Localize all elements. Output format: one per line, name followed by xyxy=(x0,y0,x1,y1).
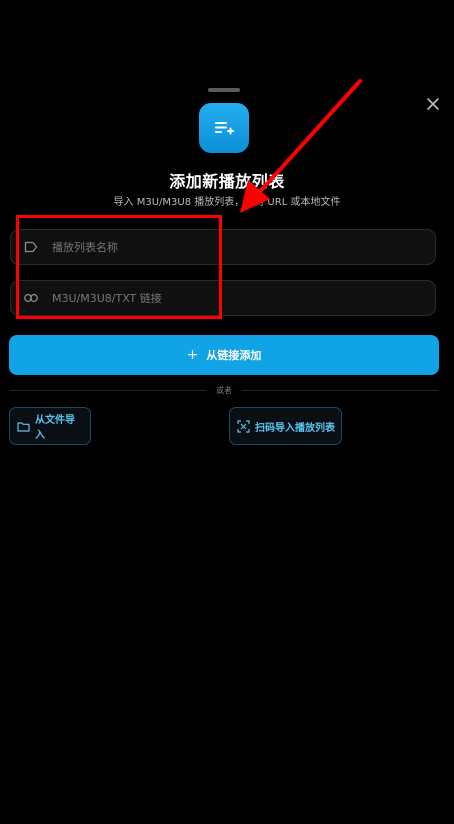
scan-import-label: 扫码导入播放列表 xyxy=(255,422,335,434)
playlist-name-field[interactable] xyxy=(10,229,436,265)
close-button[interactable] xyxy=(422,93,444,115)
playlist-url-input[interactable] xyxy=(52,291,435,305)
page-subtitle: 导入 M3U/M3U8 播放列表，支持 URL 或本地文件 xyxy=(113,197,341,208)
link-icon xyxy=(23,290,39,306)
add-playlist-sheet: 添加新播放列表 导入 M3U/M3U8 播放列表，支持 URL 或本地文件 + … xyxy=(0,0,454,824)
qr-scan-icon xyxy=(237,419,250,433)
plus-icon: + xyxy=(186,347,199,363)
import-file-label: 从文件导入 xyxy=(35,415,75,441)
page-title: 添加新播放列表 xyxy=(169,172,285,191)
divider-left xyxy=(10,390,206,391)
or-separator: 或者 xyxy=(216,386,232,395)
scan-import-button[interactable]: 扫码导入播放列表 xyxy=(229,407,342,445)
drag-handle[interactable] xyxy=(208,88,240,92)
import-file-button[interactable]: 从文件导入 xyxy=(9,407,91,445)
folder-icon xyxy=(17,421,30,432)
add-from-link-label: 从链接添加 xyxy=(206,349,262,362)
tag-icon xyxy=(23,239,39,255)
divider-right xyxy=(242,390,438,391)
playlist-name-input[interactable] xyxy=(52,240,435,254)
close-icon xyxy=(427,98,439,110)
add-from-link-button[interactable]: + 从链接添加 xyxy=(9,335,439,375)
playlist-url-field[interactable] xyxy=(10,280,436,316)
playlist-add-icon xyxy=(199,103,249,153)
